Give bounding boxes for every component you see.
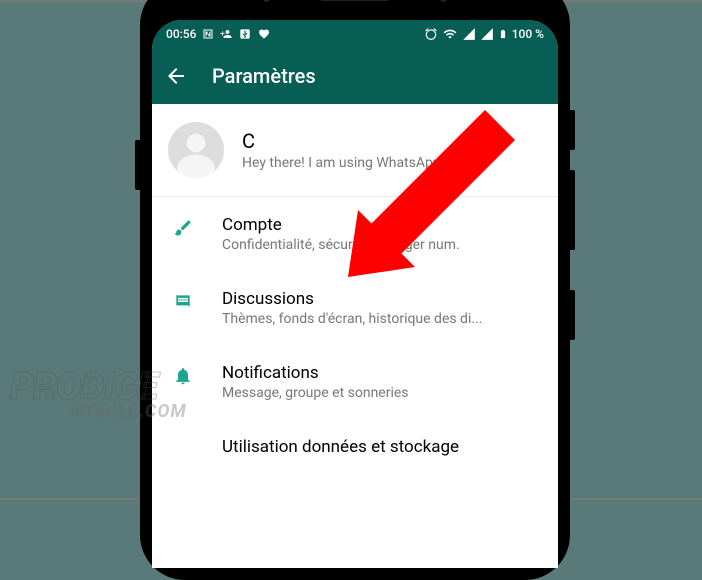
alarm-icon [424,27,438,41]
usb-icon [238,27,252,41]
settings-title: Compte [222,215,542,235]
signal-icon-2 [480,27,494,41]
settings-item-notifications[interactable]: Notifications Message, groupe et sonneri… [152,345,558,419]
profile-name: C [242,129,444,153]
heart-icon [258,28,270,40]
settings-title: Utilisation données et stockage [222,437,542,457]
battery-percent: 100 % [512,27,544,41]
person-add-icon [220,28,232,40]
settings-subtitle: Message, groupe et sonneries [222,385,542,401]
watermark: PRODIGE MOBILE.COM [10,370,187,420]
status-time: 00:56 [166,27,196,41]
settings-item-chats[interactable]: Discussions Thèmes, fonds d'écran, histo… [152,271,558,345]
nfc-icon [202,28,214,40]
signal-icon-1 [462,27,476,41]
phone-frame: 00:56 100 % Paramètres [140,0,570,580]
page-title: Paramètres [212,64,316,88]
settings-title: Notifications [222,363,542,383]
back-icon[interactable] [164,64,188,88]
data-usage-icon [172,439,194,461]
battery-icon [498,27,508,41]
profile-section[interactable]: C Hey there! I am using WhatsApp. [152,104,558,197]
avatar [168,122,224,178]
wifi-icon [442,27,458,41]
settings-subtitle: Thèmes, fonds d'écran, historique des di… [222,311,542,327]
profile-status: Hey there! I am using WhatsApp. [242,155,444,171]
settings-title: Discussions [222,289,542,309]
settings-subtitle: Confidentialité, sécurité, changer num. [222,237,542,253]
settings-item-data[interactable]: Utilisation données et stockage [152,419,558,479]
app-bar: Paramètres [152,48,558,104]
key-icon [172,217,194,239]
status-bar: 00:56 100 % [152,20,558,48]
chat-icon [172,291,194,313]
settings-item-account[interactable]: Compte Confidentialité, sécurité, change… [152,197,558,271]
screen: 00:56 100 % Paramètres [152,20,558,568]
